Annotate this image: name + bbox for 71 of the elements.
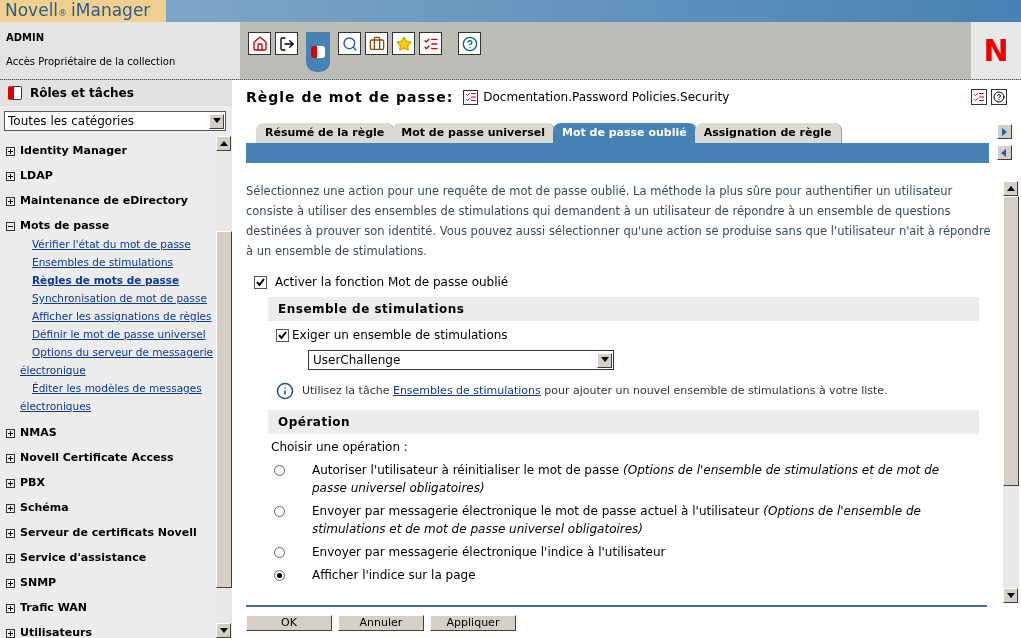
scroll-up-icon[interactable]	[1003, 181, 1018, 196]
category-item[interactable]: SNMP	[6, 571, 216, 596]
page-title: Règle de mot de passe:	[246, 87, 454, 107]
task-link[interactable]: Options du serveur de messagerie électronique	[20, 343, 216, 379]
checkbox-label: Exiger un ensemble de stimulations	[292, 327, 508, 344]
exit-icon[interactable]	[275, 32, 298, 55]
category-item[interactable]: Service d'assistance	[6, 546, 216, 571]
category-select[interactable]: Toutes les catégories	[4, 111, 226, 131]
section-header: Ensemble de stimulations	[268, 297, 979, 321]
tab[interactable]: Mot de passe universel	[392, 123, 555, 143]
category-item[interactable]: Novell Certificate Access	[6, 446, 216, 471]
form-button[interactable]: OK	[246, 614, 332, 631]
tab[interactable]: Résumé de la règle	[256, 123, 395, 143]
form-button[interactable]: Annuler	[338, 614, 424, 631]
content-scrollbar[interactable]	[1003, 181, 1019, 603]
challenge-select[interactable]: UserChallenge	[308, 350, 614, 370]
checkbox[interactable]	[254, 275, 267, 289]
roles-tab-icon[interactable]	[306, 32, 330, 72]
category-item[interactable]: Schéma	[6, 496, 216, 521]
category-item[interactable]: Trafic WAN	[6, 596, 216, 621]
roles-icon	[8, 86, 22, 100]
help-icon[interactable]	[991, 89, 1007, 105]
form-button[interactable]: Appliquer	[430, 614, 516, 631]
category-item[interactable]: PBX	[6, 471, 216, 496]
radio-button[interactable]	[274, 465, 285, 476]
task-link[interactable]: Ensembles de stimulations	[20, 253, 216, 271]
sidebar-title: Rôles et tâches	[30, 85, 134, 102]
info-icon	[276, 382, 294, 400]
description-text: Sélectionnez une action pour une requête de mot de passe oublié. La méthode la plus sûre pour authentifier un utilisateur consiste à utiliser des ensembles de stimulations qui demandent à un utilisateur de répondre à un ensemble de questions destinées à prouver son identité. Vous pouvez aussi sélectionner qu'une action se produise sans que l'utilisateur n'ait à répondre à un ensemble de stimulations.	[246, 183, 992, 260]
option-label: Afficher l'indice sur la page	[312, 567, 477, 584]
category-item[interactable]: NMAS	[6, 421, 216, 446]
checkbox-label: Activer la fonction Mot de passe oublié	[275, 274, 509, 291]
task-link[interactable]: Ensembles de stimulations	[392, 383, 541, 397]
user-name: ADMIN	[6, 31, 46, 45]
option-label: Autoriser l'utilisateur à réinitialiser le mot de passe (Options de l'ensemble de stimulations et de mot de passe universel obligatoires)	[312, 462, 941, 497]
checkbox[interactable]	[276, 328, 289, 342]
radio-button[interactable]	[274, 547, 285, 558]
scroll-down-icon[interactable]	[1003, 588, 1018, 603]
home-icon[interactable]	[248, 32, 271, 55]
app-logo: Novell® iManager	[0, 0, 166, 22]
section-header: Opération	[268, 410, 979, 434]
brand-logo: N	[983, 32, 1009, 70]
scroll-down-icon[interactable]	[216, 623, 231, 638]
category-item[interactable]: Identity Manager	[6, 139, 216, 164]
category-item[interactable]: Serveur de certificats Novell	[6, 521, 216, 546]
checklist-icon[interactable]	[419, 32, 442, 55]
scrollbar-thumb[interactable]	[216, 231, 232, 588]
task-list-icon[interactable]	[971, 89, 987, 105]
scrollbar-thumb[interactable]	[1003, 196, 1019, 486]
object-search-icon[interactable]	[338, 32, 361, 55]
operation-prompt: Choisir une opération :	[271, 439, 409, 456]
task-link[interactable]: Afficher les assignations de règles	[20, 307, 216, 325]
task-link[interactable]: Règles de mots de passe	[20, 271, 216, 289]
tab[interactable]: Mot de passe oublié	[552, 123, 697, 143]
radio-button[interactable]	[274, 506, 285, 517]
option-label: Envoyer par messagerie électronique le mot de passe actuel à l'utilisateur (Options de l'ensemble de stimulations et de mot de passe universel obligatoires)	[312, 503, 922, 538]
sidebar-scrollbar[interactable]	[216, 136, 232, 638]
radio-button[interactable]	[274, 570, 285, 581]
object-name: Docmentation.Password Policies.Security	[483, 89, 730, 106]
category-item[interactable]: Utilisateurs	[6, 621, 216, 638]
tab[interactable]: Assignation de règle	[694, 123, 842, 143]
policy-icon	[463, 89, 479, 105]
category-item[interactable]: Maintenance de eDirectory	[6, 189, 216, 214]
info-text: Utilisez la tâche Ensembles de stimulations pour ajouter un nouvel ensemble de stimulations à votre liste.	[302, 382, 888, 399]
task-link[interactable]: Éditer les modèles de messages électroniques	[20, 379, 216, 415]
access-label: Accès Propriétaire de la collection	[6, 55, 177, 69]
option-label: Envoyer par messagerie électronique l'indice à l'utilisateur	[312, 544, 667, 561]
category-item[interactable]: LDAP	[6, 164, 216, 189]
task-link[interactable]: Définir le mot de passe universel	[20, 325, 216, 343]
task-link[interactable]: Synchronisation de mot de passe	[20, 289, 216, 307]
scroll-up-icon[interactable]	[216, 136, 231, 151]
